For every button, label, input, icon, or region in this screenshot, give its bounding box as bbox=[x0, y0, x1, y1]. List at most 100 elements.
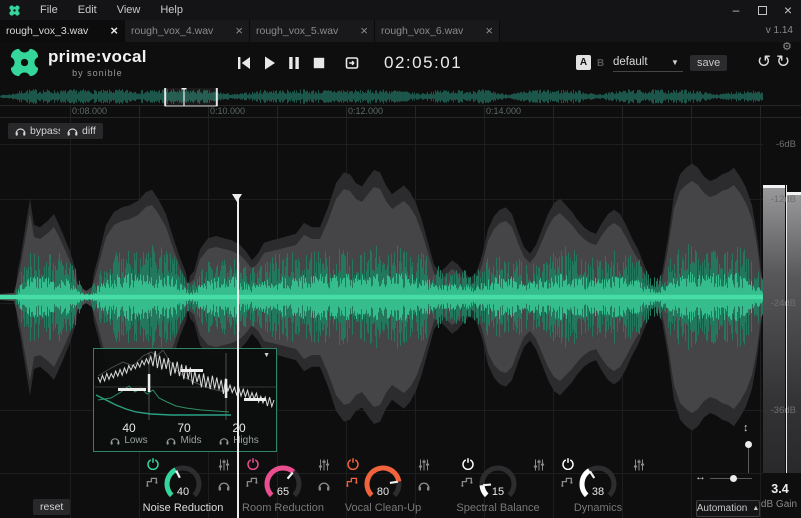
preset-a-button[interactable]: A bbox=[576, 55, 591, 70]
meter-peak-left bbox=[763, 185, 785, 188]
minimize-button[interactable]: – bbox=[723, 0, 749, 20]
module-dynamics: 38Dynamics bbox=[536, 455, 660, 517]
headphones-icon bbox=[67, 127, 78, 136]
stop-button[interactable] bbox=[311, 55, 327, 71]
tab-label: rough_vox_3.wav bbox=[6, 25, 106, 37]
band-value-mids: 70 bbox=[164, 421, 204, 435]
db-scale-label: -36dB bbox=[756, 405, 796, 416]
knob-room-reduction[interactable] bbox=[261, 462, 305, 506]
chevron-down-icon: ▼ bbox=[671, 58, 679, 67]
maximize-button[interactable] bbox=[749, 0, 775, 20]
redo-button[interactable]: ↻ bbox=[776, 52, 790, 72]
tab-rough_vox_5.wav[interactable]: rough_vox_5.wav× bbox=[250, 20, 375, 42]
knob-noise-reduction[interactable] bbox=[161, 462, 205, 506]
knob-vocal-clean-up[interactable] bbox=[361, 462, 405, 506]
vertical-zoom-handle[interactable] bbox=[745, 441, 752, 448]
tab-rough_vox_3.wav[interactable]: rough_vox_3.wav× bbox=[0, 20, 125, 42]
level-meter-left bbox=[763, 188, 785, 473]
bypass-label: bypass bbox=[30, 125, 63, 137]
vertical-zoom-icon: ↕ bbox=[743, 422, 749, 434]
tab-rough_vox_4.wav[interactable]: rough_vox_4.wav× bbox=[125, 20, 250, 42]
horizontal-zoom-icon: ↔ bbox=[695, 471, 706, 483]
tab-close-icon[interactable]: × bbox=[106, 26, 118, 36]
module-label: Dynamics bbox=[538, 502, 658, 514]
module-label: Vocal Clean-Up bbox=[323, 502, 443, 514]
band-sliders-icon[interactable] bbox=[633, 459, 645, 471]
tab-rough_vox_6.wav[interactable]: rough_vox_6.wav× bbox=[375, 20, 500, 42]
knob-dynamics[interactable] bbox=[576, 462, 620, 506]
menu-file[interactable]: File bbox=[30, 4, 68, 16]
headphones-icon bbox=[219, 437, 229, 445]
module-vocal-clean-up: 80 Vocal Clean-Up bbox=[321, 455, 445, 517]
band-spectrum-display[interactable] bbox=[94, 350, 276, 420]
reset-label: reset bbox=[40, 501, 63, 513]
automation-step-icon[interactable] bbox=[346, 477, 358, 487]
plugin-title: prime:vocal bbox=[48, 48, 147, 65]
horizontal-zoom-handle[interactable] bbox=[730, 475, 737, 482]
power-icon[interactable] bbox=[247, 458, 259, 470]
band-control-popup: ▼ 40Lows70Mids20Highs bbox=[93, 348, 277, 452]
tab-close-icon[interactable]: × bbox=[356, 26, 368, 36]
plugin-byline: by sonible bbox=[48, 68, 147, 78]
transport-controls bbox=[236, 55, 360, 71]
play-button[interactable] bbox=[261, 55, 277, 71]
ruler-label: 0:12.000 bbox=[348, 106, 383, 116]
loop-icon bbox=[344, 55, 360, 71]
module-value: 40 bbox=[163, 486, 203, 498]
power-icon[interactable] bbox=[147, 458, 159, 470]
menu-help[interactable]: Help bbox=[150, 4, 193, 16]
module-value: 65 bbox=[263, 486, 303, 498]
undo-button[interactable]: ↺ bbox=[757, 52, 771, 72]
ruler-label: 0:08.000 bbox=[72, 106, 107, 116]
automation-step-icon[interactable] bbox=[561, 477, 573, 487]
menu-view[interactable]: View bbox=[107, 4, 151, 16]
tab-close-icon[interactable]: × bbox=[481, 26, 493, 36]
power-icon[interactable] bbox=[462, 458, 474, 470]
save-button[interactable]: save bbox=[690, 55, 727, 71]
power-icon[interactable] bbox=[347, 458, 359, 470]
automation-button[interactable]: Automation ▲ bbox=[696, 500, 760, 517]
app-icon bbox=[9, 5, 20, 16]
gain-slider-track[interactable] bbox=[786, 185, 787, 473]
pause-button[interactable] bbox=[286, 55, 302, 71]
power-icon[interactable] bbox=[562, 458, 574, 470]
gear-icon[interactable]: ⚙ bbox=[782, 40, 792, 53]
time-display: 02:05:01 bbox=[384, 53, 462, 73]
skip-to-start-button[interactable] bbox=[236, 55, 252, 71]
pause-icon bbox=[286, 55, 302, 71]
diff-button[interactable]: diff bbox=[60, 123, 103, 139]
vertical-zoom-slider[interactable] bbox=[748, 446, 749, 473]
plugin-logo: prime:vocal by sonible bbox=[10, 48, 147, 78]
gain-value: 3.4 bbox=[760, 482, 800, 496]
automation-step-icon[interactable] bbox=[461, 477, 473, 487]
headphones-icon bbox=[166, 437, 176, 445]
reset-button[interactable]: reset bbox=[33, 499, 70, 515]
module-value: 15 bbox=[478, 486, 518, 498]
close-button[interactable]: × bbox=[775, 0, 801, 20]
window-controls: – × bbox=[723, 0, 801, 20]
knob-spectral-balance[interactable] bbox=[476, 462, 520, 506]
band-sliders-icon[interactable] bbox=[418, 459, 430, 471]
waveform-display[interactable] bbox=[0, 88, 801, 518]
loop-button[interactable] bbox=[344, 55, 360, 71]
automation-step-icon[interactable] bbox=[246, 477, 258, 487]
menu-bar: FileEditViewHelp – × bbox=[0, 0, 801, 20]
sonible-logo-icon bbox=[10, 48, 39, 77]
db-scale-label: -24dB bbox=[756, 298, 796, 309]
ruler-label: 0:10.000 bbox=[210, 106, 245, 116]
preset-b-button[interactable]: B bbox=[597, 58, 604, 69]
menu-edit[interactable]: Edit bbox=[68, 4, 107, 16]
headphones-icon[interactable] bbox=[418, 481, 430, 491]
band-solo-highs[interactable]: Highs bbox=[207, 435, 271, 446]
version-label: v 1.14 bbox=[766, 25, 793, 36]
tab-close-icon[interactable]: × bbox=[231, 26, 243, 36]
db-scale-label: -6dB bbox=[756, 139, 796, 150]
automation-step-icon[interactable] bbox=[146, 477, 158, 487]
module-value: 80 bbox=[363, 486, 403, 498]
gain-unit-label: dB Gain bbox=[756, 499, 801, 510]
tab-bar: rough_vox_3.wav×rough_vox_4.wav×rough_vo… bbox=[0, 20, 801, 42]
headphones-icon bbox=[15, 127, 26, 136]
diff-label: diff bbox=[82, 125, 96, 137]
band-value-highs: 20 bbox=[219, 421, 259, 435]
plugin-window: FileEditViewHelp – × rough_vox_3.wav×rou… bbox=[0, 0, 801, 518]
